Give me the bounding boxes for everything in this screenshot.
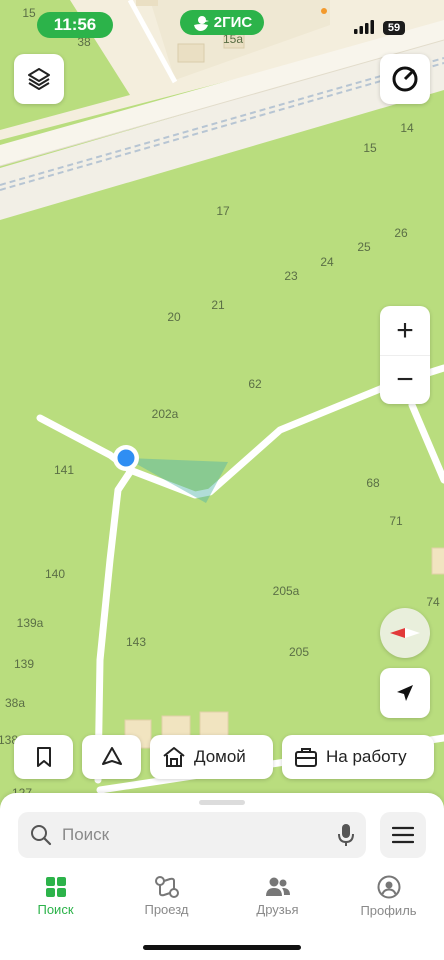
house-number: 21: [211, 298, 225, 312]
house-number: 26: [394, 226, 408, 240]
grid-icon: [45, 876, 66, 897]
house-number: 74: [426, 595, 440, 609]
house-number: 23: [284, 269, 298, 283]
home-indicator: [143, 945, 301, 950]
north-button[interactable]: [380, 608, 430, 658]
house-number: 141: [53, 463, 75, 477]
house-number: 38a: [4, 696, 26, 710]
layers-icon: [28, 68, 50, 90]
locate-arrow-icon: [397, 685, 413, 701]
duck-logo-icon: [193, 15, 209, 31]
house-number: 24: [320, 255, 334, 269]
profile-icon: [377, 875, 400, 898]
friends-icon: [265, 877, 290, 896]
zoom-out-button[interactable]: −: [380, 356, 430, 404]
home-shortcut-button[interactable]: Домой: [150, 735, 273, 779]
house-number: 140: [44, 567, 66, 581]
search-input[interactable]: [60, 824, 338, 846]
north-arrow-icon: [390, 628, 420, 638]
house-number: 15: [363, 141, 377, 155]
brand-name: 2ГИС: [213, 14, 253, 31]
house-number: 25: [357, 240, 371, 254]
tab-search[interactable]: Поиск: [0, 868, 111, 924]
bookmark-icon: [36, 747, 51, 767]
tab-label: Проезд: [144, 901, 189, 917]
house-number: 15: [22, 6, 36, 20]
status-time: 11:56: [37, 12, 113, 38]
tab-label: Поиск: [37, 901, 74, 917]
tab-bar: Поиск Проезд Друзья Профиль: [0, 868, 444, 928]
layers-button[interactable]: [14, 54, 64, 104]
house-number: 14: [400, 121, 414, 135]
compass-icon: [392, 66, 418, 92]
tab-friends[interactable]: Друзья: [222, 868, 333, 924]
search-icon: [31, 825, 52, 846]
battery-indicator: 59: [383, 21, 405, 35]
privacy-indicator: [321, 8, 327, 14]
zoom-in-button[interactable]: +: [380, 307, 430, 356]
house-number: 62: [248, 377, 262, 391]
signal-icon: [354, 20, 374, 34]
house-number: 202a: [151, 407, 179, 421]
house-number: 17: [216, 204, 230, 218]
home-shortcut-label: Домой: [194, 747, 246, 766]
brand-badge: 2ГИС: [180, 10, 264, 35]
house-number: 139a: [16, 616, 44, 630]
tab-profile[interactable]: Профиль: [333, 868, 444, 924]
home-icon: [163, 747, 185, 767]
search-bar[interactable]: [18, 812, 366, 858]
house-number: 71: [389, 514, 403, 528]
house-number: 205a: [272, 584, 300, 598]
tab-label: Друзья: [256, 901, 299, 917]
house-number: 143: [125, 635, 147, 649]
navigator-icon: [101, 747, 122, 765]
work-shortcut-button[interactable]: На работу: [282, 735, 434, 779]
house-number: 139: [13, 657, 35, 671]
menu-button[interactable]: [380, 812, 426, 858]
menu-icon: [392, 826, 414, 844]
microphone-icon[interactable]: [338, 823, 354, 847]
route-icon: [154, 875, 179, 898]
briefcase-icon: [295, 748, 317, 767]
navigator-button[interactable]: [82, 735, 141, 779]
locate-button[interactable]: [380, 668, 430, 718]
zoom-control: + −: [380, 306, 430, 404]
tab-label: Профиль: [360, 902, 417, 918]
house-number: 205: [288, 645, 310, 659]
compass-button[interactable]: [380, 54, 430, 104]
sheet-grabber[interactable]: [199, 800, 245, 805]
house-number: 68: [366, 476, 380, 490]
tab-route[interactable]: Проезд: [111, 868, 222, 924]
bookmarks-button[interactable]: [14, 735, 73, 779]
house-number: 20: [167, 310, 181, 324]
work-shortcut-label: На работу: [326, 747, 407, 766]
